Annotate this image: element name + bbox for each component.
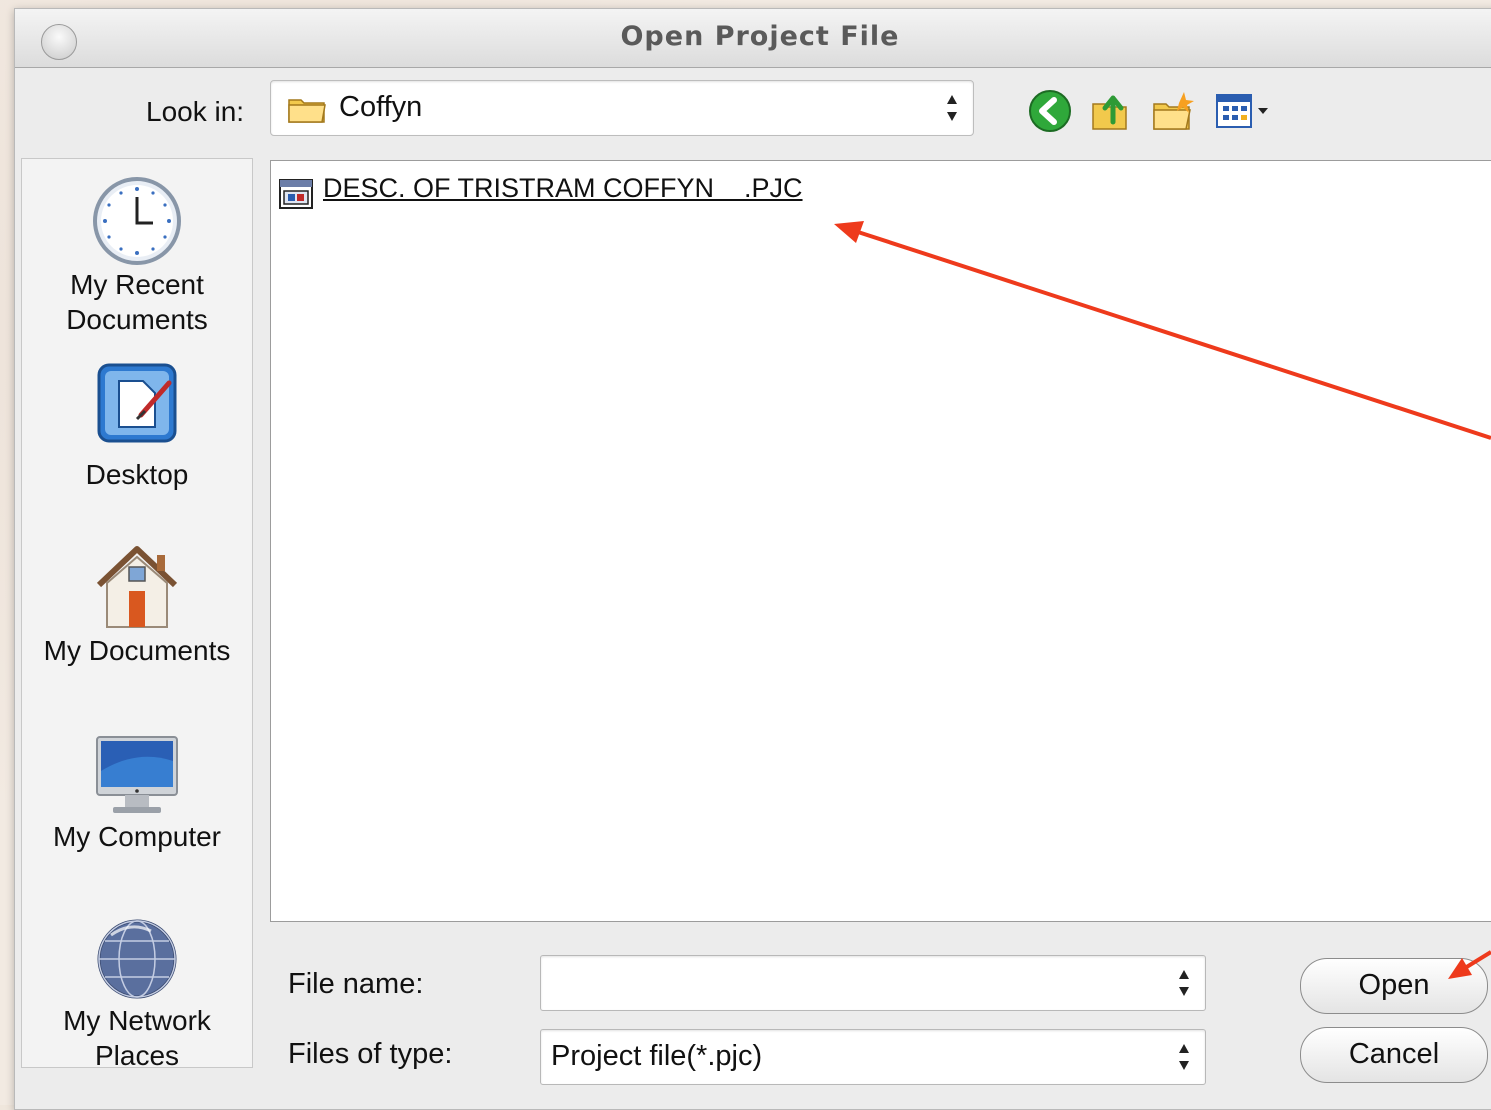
files-of-type-value: Project file(*.pjc) <box>551 1040 763 1072</box>
look-in-label: Look in: <box>146 96 245 127</box>
place-my-network-places[interactable]: My Network Places <box>22 915 252 1073</box>
dialog-title: Open Project File <box>620 21 900 52</box>
place-my-recent-documents[interactable]: My Recent Documents <box>22 175 252 337</box>
place-label: My Documents <box>43 635 231 666</box>
files-of-type-spinner-icon[interactable] <box>1177 1040 1191 1074</box>
view-menu-icon[interactable] <box>1214 88 1280 134</box>
place-label: My Computer <box>52 821 222 852</box>
file-list[interactable]: DESC. OF TRISTRAM COFFYN .PJC <box>270 160 1491 922</box>
files-of-type-label: Files of type: <box>288 1038 453 1070</box>
open-button[interactable]: Open <box>1300 958 1488 1014</box>
place-my-computer[interactable]: My Computer <box>22 731 252 854</box>
folder-icon <box>288 99 326 123</box>
project-file-icon <box>279 179 313 209</box>
place-desktop[interactable]: Desktop <box>22 357 252 492</box>
place-my-documents[interactable]: My Documents <box>22 541 252 668</box>
file-name: DESC. OF TRISTRAM COFFYN .PJC <box>323 173 803 203</box>
new-folder-icon[interactable] <box>1150 88 1196 134</box>
house-icon <box>96 546 178 628</box>
file-name-field[interactable] <box>540 955 1206 1011</box>
back-icon[interactable] <box>1027 88 1073 134</box>
place-label: My Network Places <box>63 1005 211 1071</box>
look-in-spinner-icon[interactable] <box>945 91 959 125</box>
cancel-button[interactable]: Cancel <box>1300 1027 1488 1083</box>
place-label: Desktop <box>85 459 189 490</box>
monitor-icon <box>96 736 178 813</box>
look-in-combo[interactable]: Coffyn <box>270 80 974 136</box>
desktop-icon <box>97 363 177 443</box>
look-in-value: Coffyn <box>339 91 423 123</box>
globe-icon <box>97 919 177 999</box>
file-name-label: File name: <box>288 968 424 1000</box>
file-name-spinner-icon[interactable] <box>1177 966 1191 1000</box>
up-folder-icon[interactable] <box>1087 88 1133 134</box>
place-label: My Recent Documents <box>66 269 208 335</box>
files-of-type-select[interactable]: Project file(*.pjc) <box>540 1029 1206 1085</box>
clock-icon <box>93 177 181 265</box>
title-bar: Open Project File <box>15 9 1491 68</box>
places-bar: My RecentDocuments Desktop My Documents <box>21 158 253 1071</box>
